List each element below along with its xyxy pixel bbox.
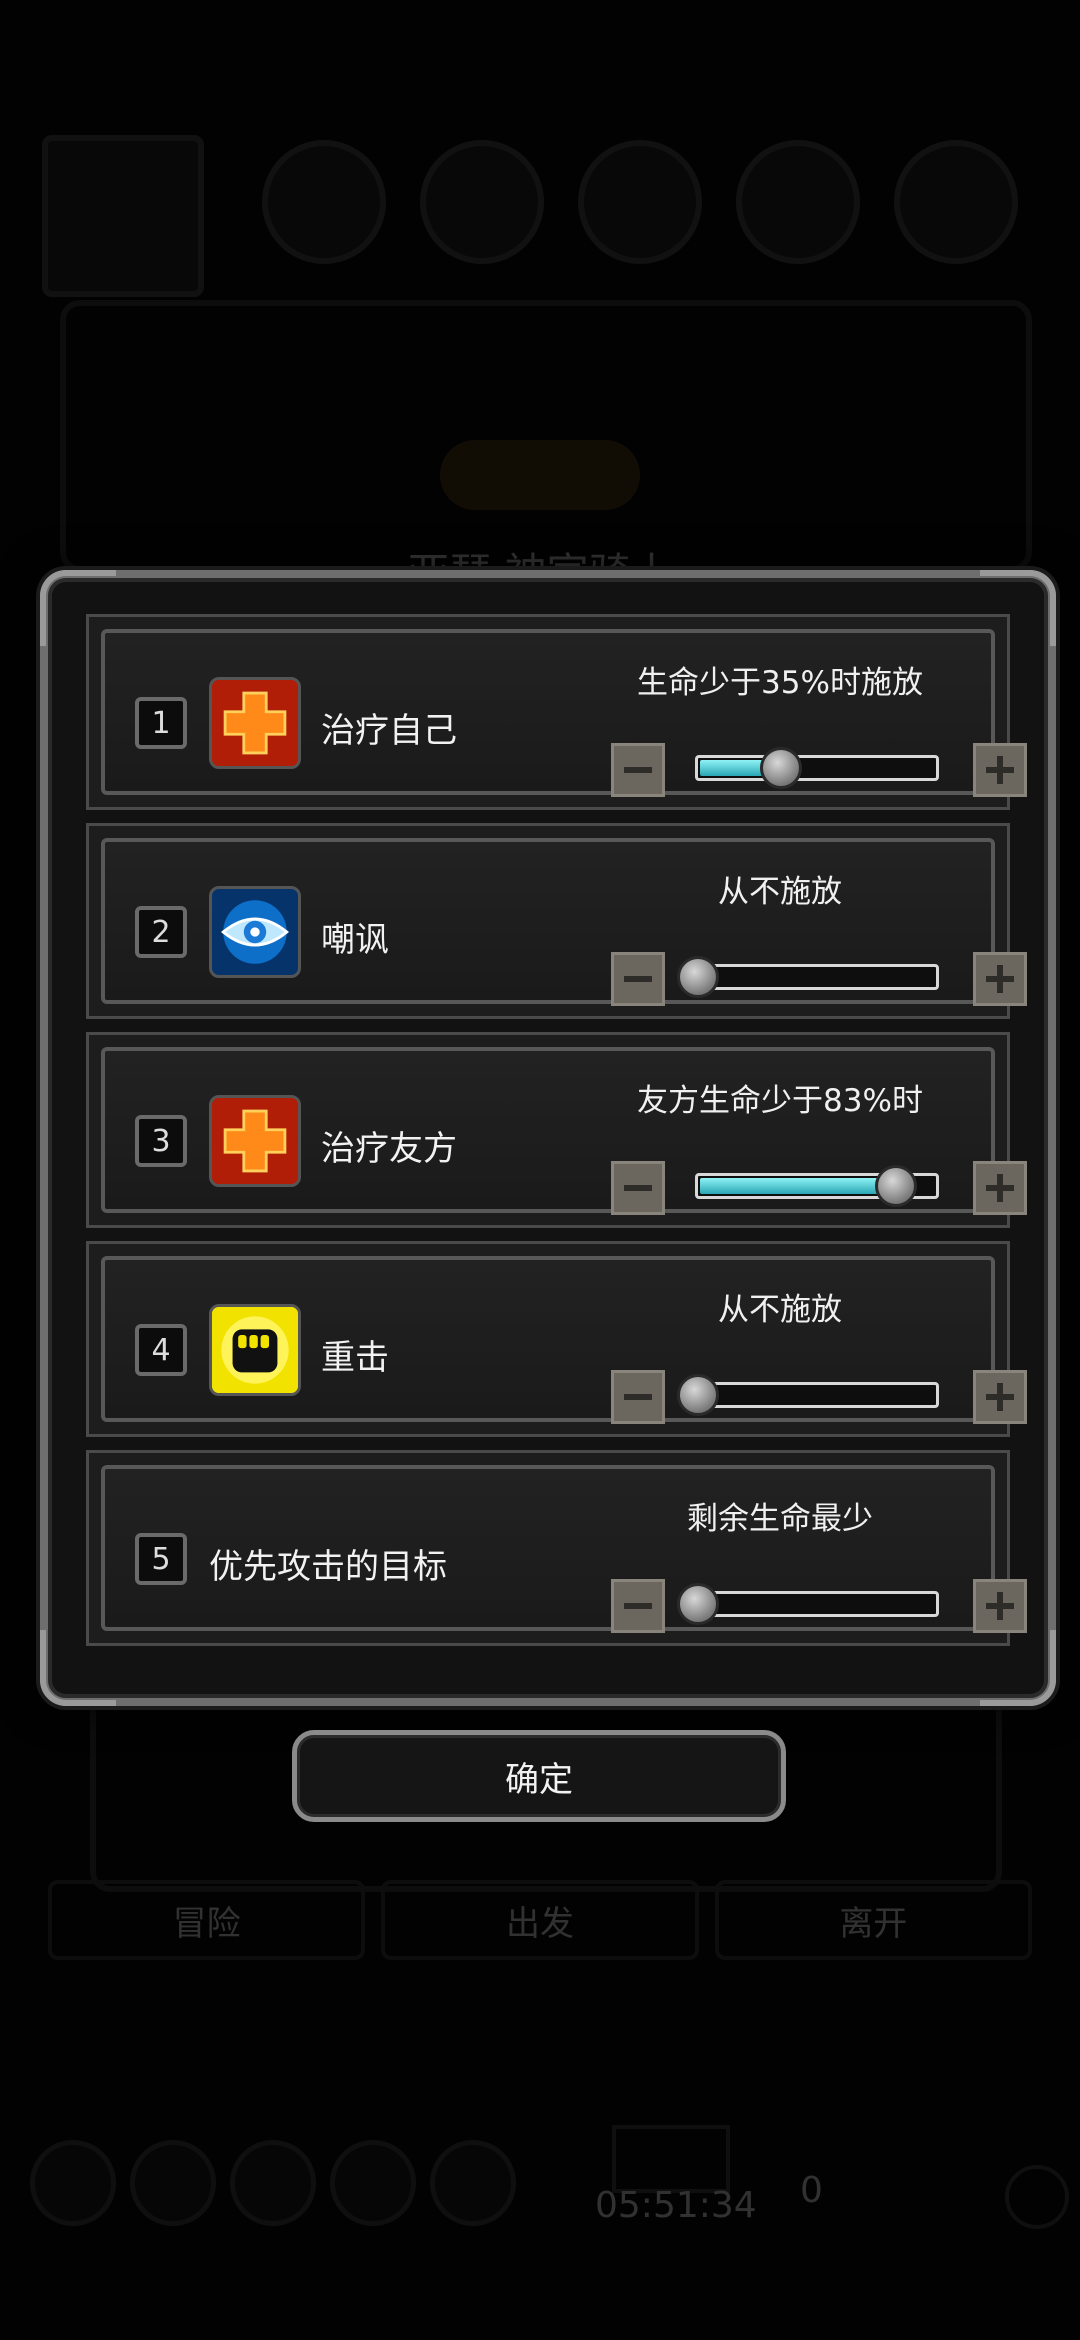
slider-knob[interactable] xyxy=(677,1374,719,1416)
slider-knob[interactable] xyxy=(677,956,719,998)
leave-button[interactable]: 离开 xyxy=(714,1880,1032,1960)
condition-slider[interactable] xyxy=(677,956,939,998)
row-panel: 3 治疗友方 友方生命少于83%时 xyxy=(101,1047,1027,1215)
decrease-button[interactable] xyxy=(611,743,665,797)
minus-icon xyxy=(624,767,652,773)
timer: 05:51:34 xyxy=(595,2185,757,2226)
minus-icon xyxy=(624,976,652,982)
increase-button[interactable] xyxy=(973,1370,1027,1424)
minus-icon xyxy=(624,1394,652,1400)
hero-slot xyxy=(42,135,204,297)
plus-icon xyxy=(986,1174,1014,1202)
condition-slider[interactable] xyxy=(695,1165,939,1207)
decrease-button[interactable] xyxy=(611,952,665,1006)
decrease-button[interactable] xyxy=(611,1579,665,1633)
heal-cross-icon xyxy=(209,1095,301,1187)
target-priority-label: 优先攻击的目标 xyxy=(209,1547,447,1587)
row-panel: 4 重击 从不施放 xyxy=(101,1256,1027,1424)
bottom-icon-row xyxy=(30,2140,1050,2240)
skill-row: 4 重击 从不施放 xyxy=(86,1241,1027,1437)
condition-slider[interactable] xyxy=(677,1583,939,1625)
nav-row: 冒险 出发 离开 xyxy=(40,1880,1040,1960)
priority-number: 3 xyxy=(135,1115,187,1167)
screen: { "background": { "hero_title": "亚瑟 神官骑士… xyxy=(0,0,1080,2340)
hero-frame xyxy=(60,300,1032,572)
menu-round-icon[interactable] xyxy=(330,2140,416,2226)
cast-condition: 从不施放 xyxy=(718,874,842,910)
plus-icon xyxy=(986,965,1014,993)
decrease-button[interactable] xyxy=(611,1161,665,1215)
condition-slider[interactable] xyxy=(695,747,939,789)
plus-icon xyxy=(986,756,1014,784)
skill-row: 1 治疗自己 生命少于35%时施放 xyxy=(86,614,1027,810)
row-panel: 5 优先攻击的目标 剩余生命最少 xyxy=(101,1465,1027,1633)
eye-taunt-icon xyxy=(209,886,301,978)
slider-knob[interactable] xyxy=(760,747,803,789)
skill-name: 治疗自己 xyxy=(321,711,457,751)
hero-slot xyxy=(420,140,544,264)
increase-button[interactable] xyxy=(973,743,1027,797)
skill-settings-dialog: 1 治疗自己 生命少于35%时施放 2 嘲讽 从不施放 3 治疗友方 友方生命少… xyxy=(40,570,1056,1706)
menu-round-icon[interactable] xyxy=(230,2140,316,2226)
cast-condition: 从不施放 xyxy=(718,1292,842,1328)
skill-name: 嘲讽 xyxy=(321,920,389,960)
increase-button[interactable] xyxy=(973,1579,1027,1633)
skill-name: 治疗友方 xyxy=(321,1129,457,1169)
priority-number: 4 xyxy=(135,1324,187,1376)
priority-number: 5 xyxy=(135,1533,187,1585)
priority-number: 2 xyxy=(135,906,187,958)
book-icon[interactable] xyxy=(612,2125,730,2193)
minus-icon xyxy=(624,1185,652,1191)
emblem-icon xyxy=(440,440,640,510)
slider-knob[interactable] xyxy=(874,1165,917,1207)
skill-row: 2 嘲讽 从不施放 xyxy=(86,823,1027,1019)
coin-count: 0 xyxy=(800,2170,823,2211)
hero-slot xyxy=(262,140,386,264)
slider-knob[interactable] xyxy=(677,1583,719,1625)
adventure-button[interactable]: 冒险 xyxy=(48,1880,366,1960)
skill-row: 5 优先攻击的目标 剩余生命最少 xyxy=(86,1450,1027,1646)
minus-icon xyxy=(624,1603,652,1609)
hero-slot xyxy=(736,140,860,264)
skill-row: 3 治疗友方 友方生命少于83%时 xyxy=(86,1032,1027,1228)
menu-round-icon[interactable] xyxy=(30,2140,116,2226)
hero-slot xyxy=(894,140,1018,264)
skill-name: 重击 xyxy=(321,1338,389,1378)
target-condition: 剩余生命最少 xyxy=(687,1501,873,1537)
add-icon[interactable] xyxy=(1005,2165,1069,2229)
heal-cross-icon xyxy=(209,677,301,769)
slider-fill xyxy=(700,1178,894,1194)
plus-icon xyxy=(986,1383,1014,1411)
fist-icon xyxy=(209,1304,301,1396)
menu-round-icon[interactable] xyxy=(130,2140,216,2226)
plus-icon xyxy=(986,1592,1014,1620)
hero-slot xyxy=(578,140,702,264)
increase-button[interactable] xyxy=(973,952,1027,1006)
depart-button[interactable]: 出发 xyxy=(381,1880,699,1960)
increase-button[interactable] xyxy=(973,1161,1027,1215)
priority-number: 1 xyxy=(135,697,187,749)
row-panel: 2 嘲讽 从不施放 xyxy=(101,838,1027,1006)
cast-condition: 生命少于35%时施放 xyxy=(637,665,923,701)
cast-condition: 友方生命少于83%时 xyxy=(637,1083,923,1119)
row-panel: 1 治疗自己 生命少于35%时施放 xyxy=(101,629,1027,797)
skill-rows: 1 治疗自己 生命少于35%时施放 2 嘲讽 从不施放 3 治疗友方 友方生命少… xyxy=(86,614,1027,1659)
decrease-button[interactable] xyxy=(611,1370,665,1424)
condition-slider[interactable] xyxy=(677,1374,939,1416)
menu-round-icon[interactable] xyxy=(430,2140,516,2226)
confirm-button[interactable]: 确定 xyxy=(292,1730,786,1822)
